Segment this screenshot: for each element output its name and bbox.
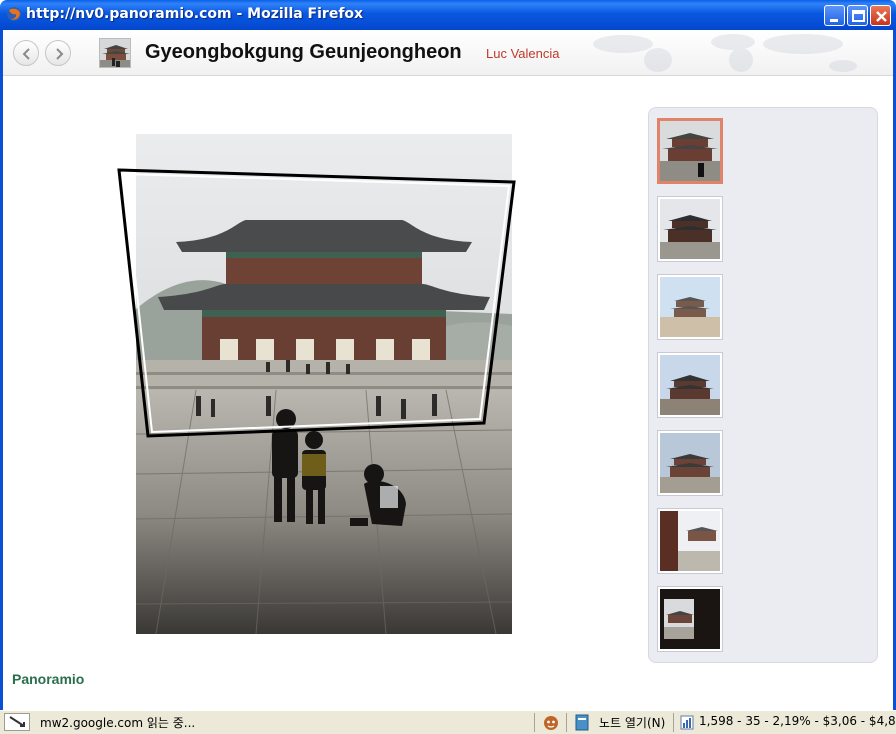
thumbnail-2-image <box>660 199 720 259</box>
header-photo-thumbnail[interactable] <box>99 38 131 68</box>
thumbnail-strip <box>648 107 878 663</box>
thumbnail-6[interactable] <box>657 508 723 574</box>
main-photo[interactable] <box>136 134 512 634</box>
connection-status-icon <box>4 713 30 731</box>
world-map-decoration <box>593 34 857 72</box>
palace-photo-image <box>136 134 512 634</box>
back-button[interactable] <box>13 40 39 66</box>
notes-icon[interactable] <box>574 714 590 731</box>
open-notes-button[interactable]: 노트 열기(N) <box>599 714 665 731</box>
thumbnail-6-image <box>660 511 720 571</box>
minimize-icon <box>830 19 838 22</box>
thumbnail-1-image <box>660 121 720 181</box>
thumbnail-4-image <box>660 355 720 415</box>
chevron-right-icon <box>56 48 64 60</box>
thumbnail-3-image <box>660 277 720 337</box>
photo-header: Gyeongbokgung Geunjeongheon Luc Valencia <box>3 30 893 76</box>
minimize-button[interactable] <box>824 5 845 26</box>
chevron-left-icon <box>22 48 30 60</box>
close-button[interactable] <box>870 5 891 26</box>
page-stats-text: 1,598 - 35 - 2,19% - $3,06 - $4,89 <box>699 714 896 728</box>
status-bar: mw2.google.com 읽는 중... 노트 열기(N) 1,598 - … <box>0 710 896 734</box>
author-link[interactable]: Luc Valencia <box>486 46 559 61</box>
photo-title: Gyeongbokgung Geunjeongheon <box>145 41 462 63</box>
status-separator <box>673 713 674 732</box>
status-separator <box>566 713 567 732</box>
content-area: Panoramio <box>3 77 893 710</box>
thumbnail-7-image <box>660 589 720 649</box>
palace-thumbnail-image <box>100 39 130 67</box>
panoramio-logo-text: Panoramio <box>12 671 85 687</box>
thumbnail-4[interactable] <box>657 352 723 418</box>
page-stats-icon[interactable] <box>680 715 694 730</box>
maximize-icon <box>852 10 865 22</box>
thumbnail-1[interactable] <box>657 118 723 184</box>
thumbnail-2[interactable] <box>657 196 723 262</box>
forward-button[interactable] <box>45 40 71 66</box>
status-separator <box>534 713 535 732</box>
greasemonkey-icon[interactable] <box>542 714 560 731</box>
thumbnail-5-image <box>660 433 720 493</box>
loading-status-text: mw2.google.com 읽는 중... <box>40 716 196 730</box>
thumbnail-5[interactable] <box>657 430 723 496</box>
close-icon <box>876 11 887 22</box>
window-titlebar[interactable]: http://nv0.panoramio.com - Mozilla Firef… <box>0 0 896 30</box>
panoramio-logo[interactable]: Panoramio <box>12 671 84 687</box>
maximize-button[interactable] <box>847 5 868 26</box>
thumbnail-3[interactable] <box>657 274 723 340</box>
firefox-icon <box>7 7 21 21</box>
window-title: http://nv0.panoramio.com - Mozilla Firef… <box>26 6 364 22</box>
thumbnail-7[interactable] <box>657 586 723 652</box>
